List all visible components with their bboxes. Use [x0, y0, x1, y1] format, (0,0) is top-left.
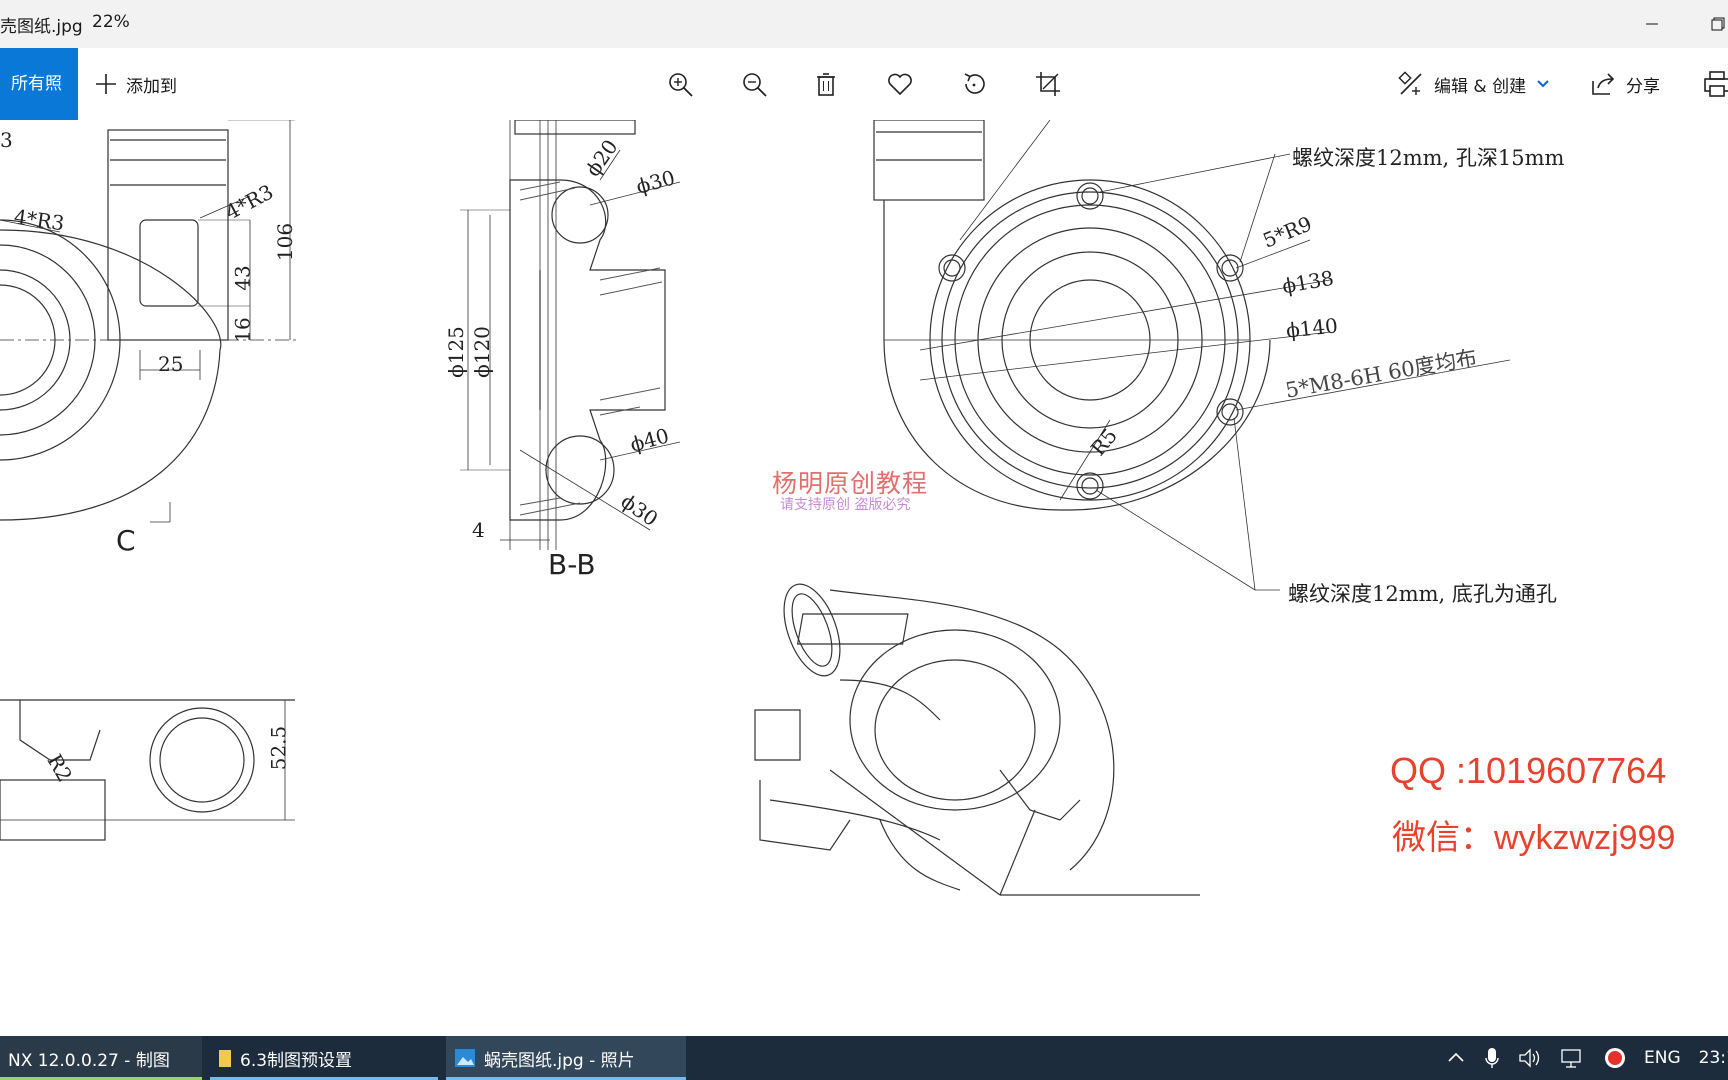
- crop-icon: [1036, 72, 1060, 96]
- window-title: 売图纸.jpg: [0, 17, 83, 37]
- taskbar-app-nx[interactable]: NX 12.0.0.27 - 制图: [0, 1036, 202, 1080]
- rotate-button[interactable]: [958, 68, 990, 100]
- share-icon: [1592, 73, 1615, 95]
- zoom-level: 22%: [92, 12, 130, 32]
- minimize-button[interactable]: [1630, 0, 1676, 48]
- dim-106: 106: [273, 222, 298, 262]
- folder-icon: [219, 1050, 231, 1067]
- system-tray: ENG 23:15: [1446, 1036, 1728, 1080]
- crop-button[interactable]: [1032, 68, 1064, 100]
- photo-canvas[interactable]: 3 4*R3 4*R3 106 43 16 25 C ϕ20 ϕ30 ϕ125 …: [0, 120, 1728, 1036]
- zoom-out-button[interactable]: [738, 68, 770, 100]
- print-icon: [1704, 71, 1728, 97]
- language-indicator[interactable]: ENG: [1644, 1048, 1681, 1068]
- favorite-icon: [888, 73, 912, 96]
- taskbar-app-photos-label: 蜗壳图纸.jpg - 照片: [484, 1050, 635, 1071]
- share-button[interactable]: 分享: [1590, 48, 1660, 120]
- note-thread-depth-bottom: 螺纹深度12mm, 底孔为通孔: [1288, 582, 1557, 606]
- edit-create-label: 编辑 & 创建: [1434, 76, 1527, 97]
- photos-app-icon: [455, 1049, 475, 1067]
- chevron-up-icon[interactable]: [1446, 1048, 1466, 1068]
- dim-4: 4: [472, 518, 485, 542]
- clock[interactable]: 23:15: [1699, 1048, 1728, 1068]
- dim-partial: 3: [0, 128, 13, 152]
- zoom-in-icon: [669, 73, 693, 97]
- taskbar-app-photos[interactable]: 蜗壳图纸.jpg - 照片: [446, 1036, 686, 1080]
- all-photos-label: 所有照片: [11, 74, 62, 94]
- taskbar-app-folder[interactable]: 6.3制图预设置: [210, 1036, 438, 1080]
- dim-16: 16: [230, 317, 255, 343]
- chevron-down-icon: [1537, 80, 1549, 88]
- title-bar: 売图纸.jpg 22%: [0, 0, 1728, 48]
- delete-icon: [817, 73, 835, 96]
- section-bb-label: B-B: [548, 548, 596, 581]
- zoom-out-icon: [743, 73, 767, 97]
- microphone-icon[interactable]: [1484, 1046, 1500, 1070]
- plus-icon: [96, 74, 116, 94]
- dim-25: 25: [158, 352, 184, 376]
- windows-taskbar: NX 12.0.0.27 - 制图 6.3制图预设置 蜗壳图纸.jpg - 照片…: [0, 1036, 1728, 1080]
- wechat-contact: 微信：wykzwzj999: [1392, 819, 1676, 857]
- share-label: 分享: [1626, 76, 1660, 97]
- view-c-label: C: [116, 524, 136, 557]
- watermark-subtitle: 请支持原创 盗版必究: [780, 497, 911, 513]
- edit-create-button[interactable]: 编辑 & 创建: [1398, 48, 1550, 120]
- zoom-in-button[interactable]: [664, 68, 696, 100]
- taskbar-app-nx-label: NX 12.0.0.27 - 制图: [8, 1050, 170, 1071]
- delete-button[interactable]: [810, 68, 842, 100]
- all-photos-button[interactable]: 所有照片: [0, 48, 78, 120]
- dim-d125: ϕ125: [443, 326, 468, 378]
- maximize-button[interactable]: [1700, 0, 1728, 48]
- rotate-icon: [964, 73, 985, 94]
- favorite-button[interactable]: [884, 68, 916, 100]
- add-to-label: 添加到: [126, 76, 177, 97]
- minimize-icon: [1646, 23, 1658, 25]
- add-to-button[interactable]: 添加到: [94, 48, 177, 120]
- taskbar-app-folder-label: 6.3制图预设置: [240, 1050, 353, 1071]
- qq-contact: QQ :1019607764: [1390, 750, 1667, 791]
- restore-icon: [1711, 17, 1725, 31]
- dim-43: 43: [230, 265, 255, 291]
- volume-icon[interactable]: [1518, 1047, 1542, 1069]
- dim-52-5: 52.5: [266, 725, 291, 771]
- record-icon[interactable]: [1604, 1047, 1626, 1069]
- network-icon[interactable]: [1560, 1047, 1586, 1069]
- print-button[interactable]: [1702, 68, 1728, 100]
- photo-toolbar: 所有照片 添加到 编辑 & 创建 分享: [0, 48, 1728, 120]
- note-thread-depth-top: 螺纹深度12mm, 孔深15mm: [1292, 146, 1565, 170]
- dim-d120: ϕ120: [469, 326, 494, 378]
- edit-create-icon: [1398, 71, 1422, 95]
